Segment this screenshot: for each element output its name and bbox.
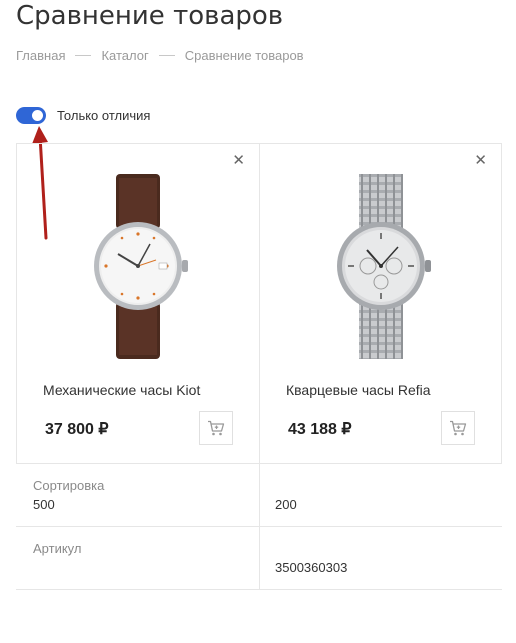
property-value: 500 <box>33 497 55 512</box>
breadcrumb-catalog[interactable]: Каталог <box>101 48 148 63</box>
properties-table: Сортировка 500 200 Артикул 3500360303 <box>16 464 502 590</box>
toggle-knob <box>32 110 43 121</box>
differences-toggle-row: Только отличия <box>16 107 150 124</box>
column-divider <box>259 527 260 589</box>
watch-kiot-image <box>94 174 188 359</box>
comparison-cards: ✕ Механические часы Kiot 37 800 ₽ ✕ Квар… <box>16 143 502 464</box>
product-card: ✕ Кварцевые часы Refia 43 188 ₽ <box>259 144 501 463</box>
product-name[interactable]: Механические часы Kiot <box>43 382 200 398</box>
page-title: Сравнение товаров <box>16 1 284 31</box>
column-divider <box>259 464 260 526</box>
property-row: Сортировка 500 200 <box>16 464 502 527</box>
add-to-cart-button[interactable] <box>199 411 233 445</box>
product-card: ✕ Механические часы Kiot 37 800 ₽ <box>17 144 259 463</box>
product-name[interactable]: Кварцевые часы Refia <box>286 382 431 398</box>
remove-product-close-icon[interactable]: ✕ <box>232 153 245 168</box>
property-label: Сортировка <box>33 478 105 493</box>
product-price: 43 188 ₽ <box>288 421 352 438</box>
differences-toggle[interactable] <box>16 107 46 124</box>
remove-product-close-icon[interactable]: ✕ <box>474 153 487 168</box>
breadcrumb: Главная Каталог Сравнение товаров <box>16 48 304 63</box>
property-value: 3500360303 <box>275 560 348 575</box>
cart-icon <box>208 420 225 436</box>
watch-refia-image <box>336 174 431 359</box>
cart-icon <box>450 420 467 436</box>
breadcrumb-current: Сравнение товаров <box>184 48 304 63</box>
product-price: 37 800 ₽ <box>45 421 109 438</box>
breadcrumb-separator <box>75 55 92 56</box>
breadcrumb-separator <box>158 55 175 56</box>
property-value: 200 <box>275 497 297 512</box>
property-row: Артикул 3500360303 <box>16 527 502 590</box>
differences-toggle-label: Только отличия <box>57 108 151 123</box>
breadcrumb-home[interactable]: Главная <box>16 48 65 63</box>
add-to-cart-button[interactable] <box>441 411 475 445</box>
property-label: Артикул <box>33 541 82 556</box>
